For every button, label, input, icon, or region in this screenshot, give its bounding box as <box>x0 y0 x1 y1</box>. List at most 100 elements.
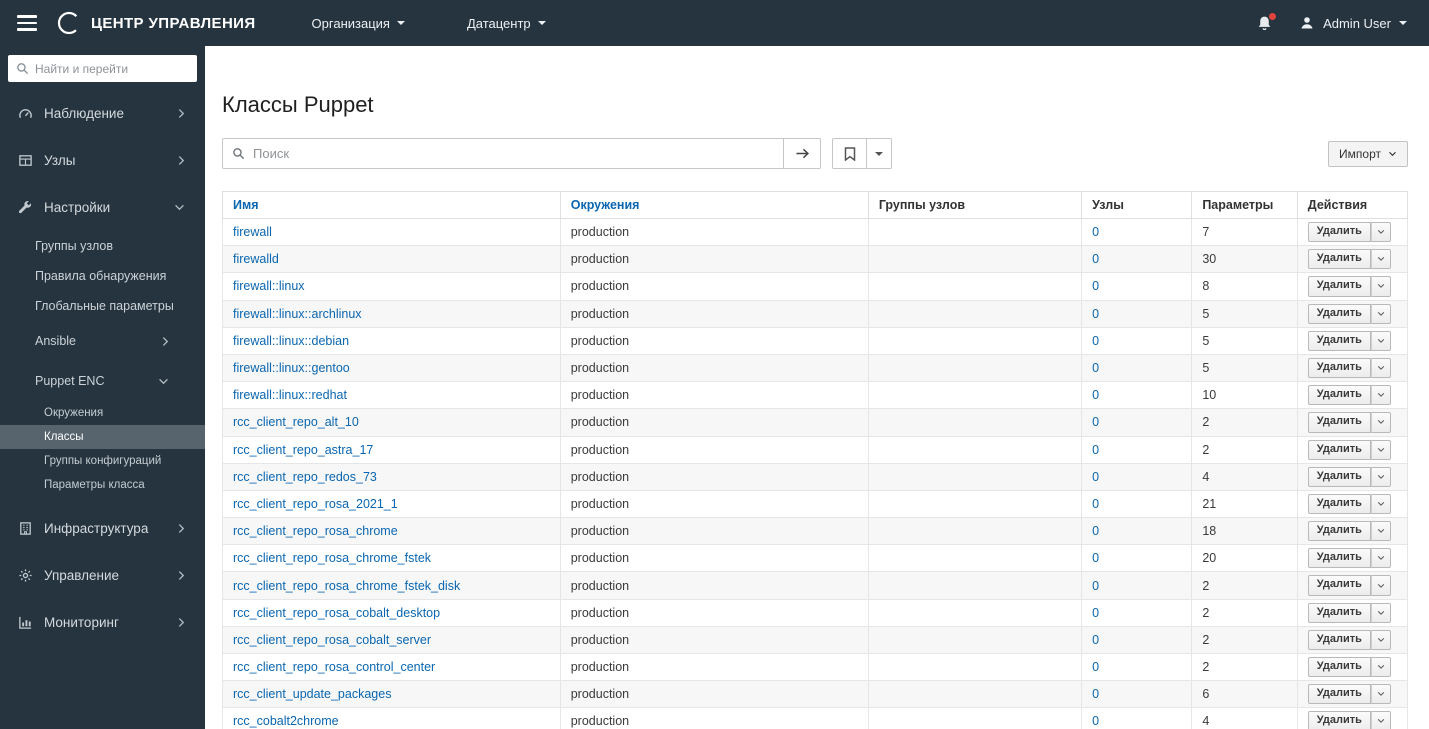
sidebar-item-global-parameters[interactable]: Глобальные параметры <box>0 291 205 321</box>
delete-button[interactable]: Удалить <box>1307 657 1371 678</box>
hosts-count-link[interactable]: 0 <box>1092 633 1099 647</box>
bookmark-button[interactable] <box>832 138 867 169</box>
delete-button[interactable]: Удалить <box>1307 303 1371 324</box>
sidebar-item-ansible[interactable]: Ansible <box>0 321 205 361</box>
class-name-link[interactable]: rcc_client_repo_rosa_chrome_fstek <box>233 551 431 565</box>
sidebar-item-observe[interactable]: Наблюдение <box>0 90 205 137</box>
user-menu[interactable]: Admin User <box>1299 15 1407 31</box>
delete-caret-button[interactable] <box>1370 385 1391 406</box>
delete-button[interactable]: Удалить <box>1307 330 1371 351</box>
delete-caret-button[interactable] <box>1370 249 1391 270</box>
hosts-count-link[interactable]: 0 <box>1092 307 1099 321</box>
notifications-bell-icon[interactable] <box>1256 12 1277 32</box>
hosts-count-link[interactable]: 0 <box>1092 252 1099 266</box>
hosts-count-link[interactable]: 0 <box>1092 551 1099 565</box>
delete-caret-button[interactable] <box>1370 222 1391 243</box>
delete-caret-button[interactable] <box>1370 575 1391 596</box>
sidebar-item-hosts[interactable]: Узлы <box>0 137 205 184</box>
delete-caret-button[interactable] <box>1370 657 1391 678</box>
delete-button[interactable]: Удалить <box>1307 575 1371 596</box>
sidebar-item-classes[interactable]: Классы <box>0 425 205 449</box>
delete-button[interactable]: Удалить <box>1307 629 1371 650</box>
delete-caret-button[interactable] <box>1370 303 1391 324</box>
delete-button[interactable]: Удалить <box>1307 249 1371 270</box>
class-name-link[interactable]: firewall::linux <box>233 279 305 293</box>
hosts-count-link[interactable]: 0 <box>1092 714 1099 728</box>
class-name-link[interactable]: firewall::linux::debian <box>233 334 349 348</box>
delete-button[interactable]: Удалить <box>1307 222 1371 243</box>
class-name-link[interactable]: rcc_client_repo_alt_10 <box>233 415 359 429</box>
delete-caret-button[interactable] <box>1370 602 1391 623</box>
hosts-count-link[interactable]: 0 <box>1092 524 1099 538</box>
class-name-link[interactable]: rcc_client_update_packages <box>233 687 391 701</box>
delete-caret-button[interactable] <box>1370 711 1391 729</box>
class-name-link[interactable]: rcc_client_repo_redos_73 <box>233 470 377 484</box>
class-name-link[interactable]: rcc_client_repo_rosa_cobalt_desktop <box>233 606 440 620</box>
hosts-count-link[interactable]: 0 <box>1092 443 1099 457</box>
class-name-link[interactable]: firewall::linux::gentoo <box>233 361 350 375</box>
class-name-link[interactable]: rcc_client_repo_rosa_2021_1 <box>233 497 398 511</box>
import-button[interactable]: Импорт <box>1328 140 1408 167</box>
delete-button[interactable]: Удалить <box>1307 602 1371 623</box>
class-name-link[interactable]: firewall::linux::archlinux <box>233 307 362 321</box>
search-submit-button[interactable] <box>784 138 821 169</box>
bookmark-caret-button[interactable] <box>867 138 892 169</box>
hosts-count-link[interactable]: 0 <box>1092 388 1099 402</box>
delete-caret-button[interactable] <box>1370 466 1391 487</box>
hosts-count-link[interactable]: 0 <box>1092 361 1099 375</box>
hosts-count-link[interactable]: 0 <box>1092 470 1099 484</box>
datacenter-menu[interactable]: Датацентр <box>461 15 552 32</box>
delete-button[interactable]: Удалить <box>1307 493 1371 515</box>
delete-caret-button[interactable] <box>1370 629 1391 650</box>
hamburger-menu-icon[interactable] <box>0 0 54 46</box>
delete-button[interactable]: Удалить <box>1307 711 1371 729</box>
class-name-link[interactable]: firewalld <box>233 252 279 266</box>
delete-caret-button[interactable] <box>1370 493 1391 515</box>
hosts-count-link[interactable]: 0 <box>1092 225 1099 239</box>
class-name-link[interactable]: rcc_client_repo_rosa_cobalt_server <box>233 633 431 647</box>
sidebar-item-settings[interactable]: Настройки <box>0 184 205 231</box>
delete-button[interactable]: Удалить <box>1307 412 1371 433</box>
hosts-count-link[interactable]: 0 <box>1092 415 1099 429</box>
column-header-environments[interactable]: Окружения <box>559 191 869 219</box>
delete-caret-button[interactable] <box>1370 276 1391 297</box>
delete-caret-button[interactable] <box>1370 521 1391 542</box>
delete-button[interactable]: Удалить <box>1307 548 1371 569</box>
hosts-count-link[interactable]: 0 <box>1092 279 1099 293</box>
delete-button[interactable]: Удалить <box>1307 684 1371 705</box>
class-name-link[interactable]: firewall <box>233 225 272 239</box>
delete-button[interactable]: Удалить <box>1307 521 1371 542</box>
delete-caret-button[interactable] <box>1370 439 1391 460</box>
delete-caret-button[interactable] <box>1370 412 1391 433</box>
delete-button[interactable]: Удалить <box>1307 466 1371 487</box>
delete-button[interactable]: Удалить <box>1307 357 1371 379</box>
sidebar-item-host-groups[interactable]: Группы узлов <box>0 231 205 261</box>
organization-menu[interactable]: Организация <box>306 15 411 32</box>
delete-button[interactable]: Удалить <box>1307 439 1371 460</box>
class-name-link[interactable]: rcc_client_repo_rosa_chrome <box>233 524 398 538</box>
delete-button[interactable]: Удалить <box>1307 276 1371 297</box>
class-name-link[interactable]: rcc_cobalt2chrome <box>233 714 339 728</box>
class-name-link[interactable]: firewall::linux::redhat <box>233 388 347 402</box>
search-input[interactable] <box>222 138 784 169</box>
sidebar-item-environments[interactable]: Окружения <box>0 401 205 425</box>
sidebar-item-infrastructure[interactable]: Инфраструктура <box>0 505 205 552</box>
hosts-count-link[interactable]: 0 <box>1092 687 1099 701</box>
sidebar-item-puppet-enc[interactable]: Puppet ENC <box>0 361 205 401</box>
sidebar-search-input[interactable] <box>8 55 197 82</box>
hosts-count-link[interactable]: 0 <box>1092 579 1099 593</box>
delete-caret-button[interactable] <box>1370 684 1391 705</box>
sidebar-item-administer[interactable]: Управление <box>0 552 205 599</box>
delete-caret-button[interactable] <box>1370 330 1391 351</box>
sidebar-item-discovery-rules[interactable]: Правила обнаружения <box>0 261 205 291</box>
class-name-link[interactable]: rcc_client_repo_rosa_control_center <box>233 660 435 674</box>
hosts-count-link[interactable]: 0 <box>1092 660 1099 674</box>
column-header-name[interactable]: Имя <box>222 191 561 219</box>
hosts-count-link[interactable]: 0 <box>1092 497 1099 511</box>
sidebar-item-class-parameters[interactable]: Параметры класса <box>0 473 205 497</box>
delete-caret-button[interactable] <box>1370 357 1391 379</box>
sidebar-item-monitoring[interactable]: Мониторинг <box>0 599 205 646</box>
hosts-count-link[interactable]: 0 <box>1092 334 1099 348</box>
sidebar-item-config-groups[interactable]: Группы конфигураций <box>0 449 205 473</box>
delete-button[interactable]: Удалить <box>1307 385 1371 406</box>
